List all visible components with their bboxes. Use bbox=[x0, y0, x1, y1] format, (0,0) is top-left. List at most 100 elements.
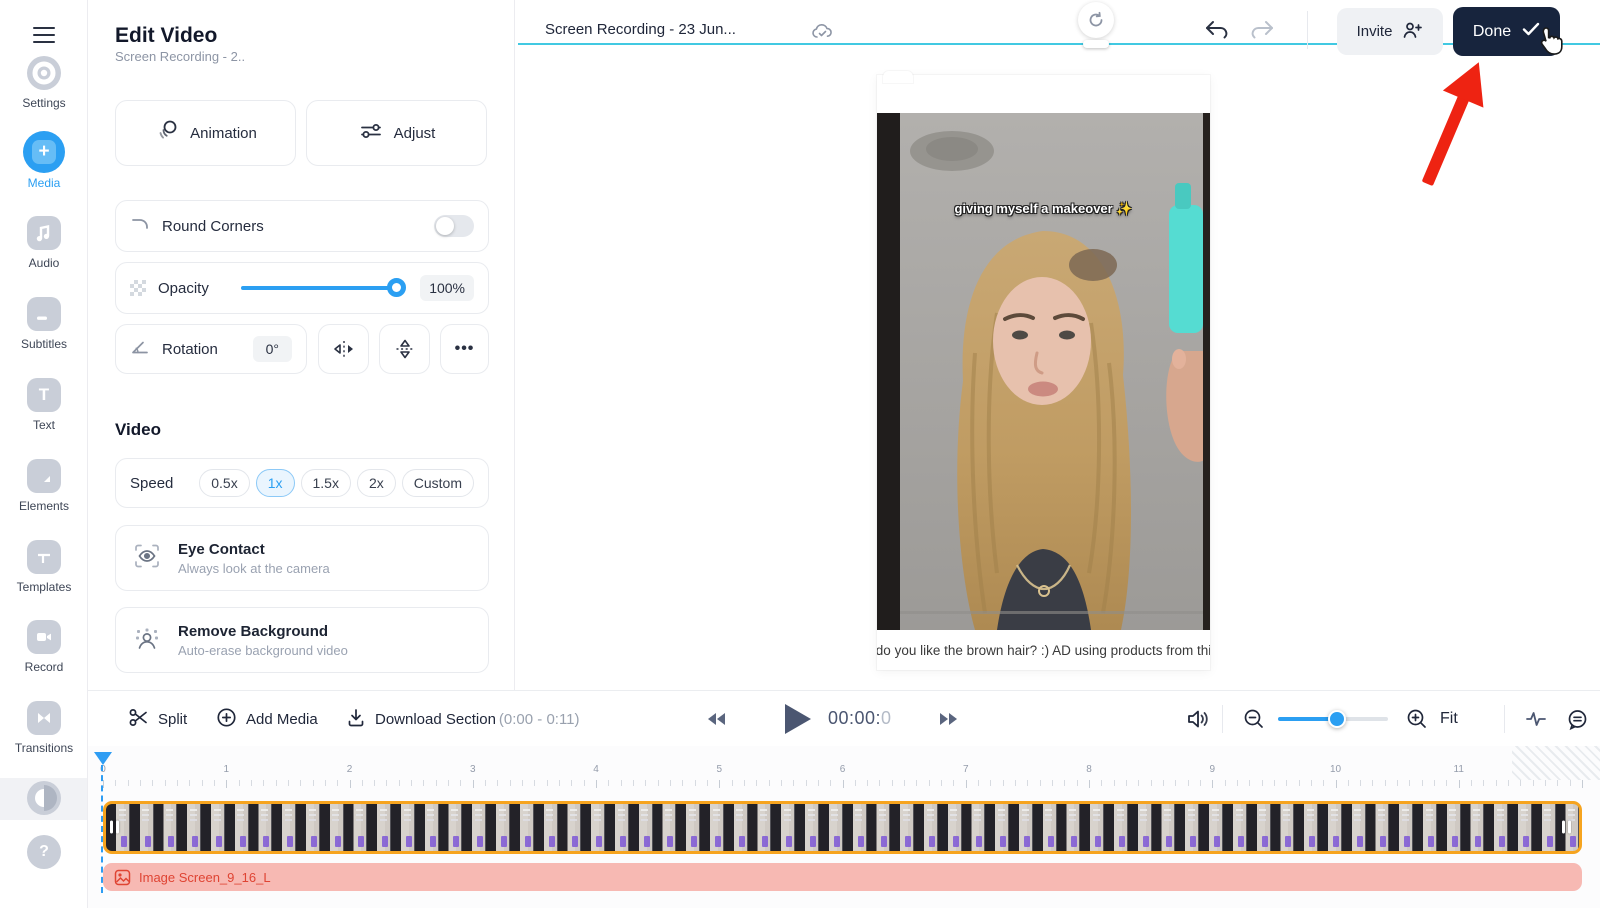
ruler-tick bbox=[201, 780, 203, 786]
speed-chip-2x[interactable]: 2x bbox=[356, 469, 396, 497]
ruler-second-label: 9 bbox=[1209, 764, 1216, 775]
round-corners-toggle[interactable] bbox=[434, 215, 474, 237]
filmstrip-thumbnail bbox=[866, 804, 891, 851]
video-canvas[interactable]: giving myself a makeover ✨ do you like t… bbox=[877, 71, 1210, 670]
redo-button[interactable] bbox=[1250, 18, 1276, 47]
fit-button[interactable]: Fit bbox=[1440, 691, 1458, 747]
zoom-slider-knob[interactable] bbox=[1328, 710, 1346, 728]
layout-grid-icon bbox=[27, 540, 61, 574]
video-clip-filmstrip[interactable] bbox=[103, 801, 1582, 854]
timeline[interactable]: 0 1 2 3 4 5 6 7 8 9 10 11 Image Screen_9_16_L bbox=[88, 746, 1600, 908]
filmstrip-thumbnail bbox=[1009, 804, 1033, 851]
play-button[interactable] bbox=[785, 704, 811, 734]
sidebar-item-templates[interactable]: Templates bbox=[0, 540, 88, 594]
speed-chip-1x[interactable]: 1x bbox=[255, 469, 295, 497]
filmstrip-thumbnail bbox=[557, 804, 582, 851]
split-button[interactable]: Split bbox=[128, 691, 187, 747]
rotation-value[interactable]: 0° bbox=[252, 336, 292, 362]
filmstrip-thumbnail bbox=[1199, 804, 1223, 851]
speed-label: Speed bbox=[130, 474, 174, 492]
ruler-tick bbox=[768, 780, 770, 786]
ruler-tick bbox=[1310, 780, 1312, 786]
ruler-tick bbox=[164, 780, 166, 786]
ruler-tick bbox=[916, 780, 918, 786]
toggle-knob bbox=[436, 217, 454, 235]
ruler-tick bbox=[522, 780, 524, 786]
done-button[interactable]: Done bbox=[1453, 7, 1560, 56]
project-title[interactable]: Screen Recording - 23 Jun... bbox=[545, 21, 736, 38]
ruler-tick bbox=[1582, 780, 1583, 788]
ruler-tick bbox=[904, 780, 906, 786]
image-icon bbox=[114, 869, 131, 885]
download-range: (0:00 - 0:11) bbox=[498, 710, 580, 728]
clip-trim-handle-left[interactable] bbox=[110, 820, 119, 834]
filmstrip-thumbnail bbox=[628, 804, 653, 851]
waveform-toggle-button[interactable] bbox=[1524, 691, 1548, 747]
filmstrip-thumbnail bbox=[1413, 804, 1437, 851]
hamburger-menu-button[interactable] bbox=[0, 16, 88, 34]
video-section-heading: Video bbox=[115, 420, 161, 439]
comments-button[interactable] bbox=[1566, 691, 1589, 747]
video-frame[interactable]: giving myself a makeover ✨ bbox=[877, 113, 1210, 630]
sidebar-item-settings[interactable]: Settings bbox=[0, 56, 88, 110]
rotation-row: Rotation 0° bbox=[115, 324, 307, 374]
sidebar-item-transitions[interactable]: Transitions bbox=[0, 701, 88, 755]
opacity-value[interactable]: 100% bbox=[420, 275, 474, 301]
sidebar-item-media[interactable]: + Media bbox=[0, 131, 88, 190]
speed-chip-0-5x[interactable]: 0.5x bbox=[199, 469, 250, 497]
theme-toggle-button[interactable] bbox=[0, 781, 88, 815]
image-track[interactable]: Image Screen_9_16_L bbox=[103, 863, 1582, 891]
ruler-tick bbox=[596, 780, 597, 788]
ruler-tick bbox=[386, 780, 388, 786]
eye-contact-card[interactable]: Eye Contact Always look at the camera bbox=[115, 525, 489, 591]
filmstrip-thumbnail bbox=[581, 804, 606, 851]
clip-trim-handle-right[interactable] bbox=[1562, 820, 1571, 834]
speed-chip-custom[interactable]: Custom bbox=[401, 469, 474, 497]
ruler-tick bbox=[706, 780, 708, 786]
round-corners-label: Round Corners bbox=[162, 217, 264, 235]
filmstrip-thumbnail bbox=[1032, 804, 1057, 851]
playhead-marker[interactable] bbox=[94, 752, 112, 765]
split-label: Split bbox=[158, 710, 188, 728]
sidebar-item-audio[interactable]: Audio bbox=[0, 216, 88, 270]
ruler-tick bbox=[361, 780, 363, 786]
ruler-tick bbox=[1286, 780, 1288, 786]
sidebar-item-subtitles[interactable]: Subtitles bbox=[0, 297, 88, 351]
opacity-slider-knob[interactable] bbox=[387, 278, 407, 297]
animation-button[interactable]: Animation bbox=[115, 100, 296, 166]
timeline-zoom-out-button[interactable] bbox=[1243, 691, 1265, 747]
opacity-slider[interactable] bbox=[240, 278, 407, 297]
sidebar-item-text[interactable]: T Text bbox=[0, 378, 88, 432]
hamburger-icon bbox=[33, 26, 55, 29]
rewind-button[interactable] bbox=[708, 691, 725, 747]
ruler-tick bbox=[1335, 780, 1337, 788]
fast-forward-button[interactable] bbox=[940, 691, 957, 747]
sidebar-item-elements[interactable]: Elements bbox=[0, 459, 88, 513]
flip-vertical-button[interactable] bbox=[379, 324, 430, 374]
timeline-zoom-in-button[interactable] bbox=[1406, 691, 1428, 747]
top-resize-handle[interactable] bbox=[1083, 40, 1109, 48]
ruler-tick bbox=[1520, 780, 1522, 786]
sidebar-item-record[interactable]: Record bbox=[0, 620, 88, 674]
volume-button[interactable] bbox=[1186, 691, 1210, 747]
filmstrip-thumbnail bbox=[510, 804, 534, 851]
download-section-button[interactable]: Download Section (0:00 - 0:11) bbox=[346, 691, 580, 747]
adjust-button[interactable]: Adjust bbox=[306, 100, 487, 166]
ruler-tick bbox=[1125, 780, 1127, 786]
filmstrip-thumbnail bbox=[462, 804, 487, 851]
speed-chip-1-5x[interactable]: 1.5x bbox=[300, 469, 351, 497]
undo-button[interactable] bbox=[1203, 18, 1229, 47]
remove-background-card[interactable]: Remove Background Auto-erase background … bbox=[115, 607, 489, 673]
help-button[interactable]: ? bbox=[0, 835, 88, 869]
ruler-tick bbox=[238, 780, 240, 786]
add-media-button[interactable]: Add Media bbox=[216, 691, 318, 747]
timeline-zoom-slider[interactable] bbox=[1278, 710, 1388, 728]
more-options-button[interactable]: ••• bbox=[440, 324, 489, 374]
ruler-tick bbox=[817, 780, 819, 786]
filmstrip-thumbnail bbox=[343, 804, 368, 851]
flip-horizontal-button[interactable] bbox=[318, 324, 369, 374]
rotate-element-handle[interactable] bbox=[1078, 2, 1114, 38]
annotation-arrow bbox=[1422, 62, 1484, 186]
filmstrip-thumbnail bbox=[723, 804, 748, 851]
invite-button[interactable]: Invite bbox=[1337, 8, 1443, 55]
